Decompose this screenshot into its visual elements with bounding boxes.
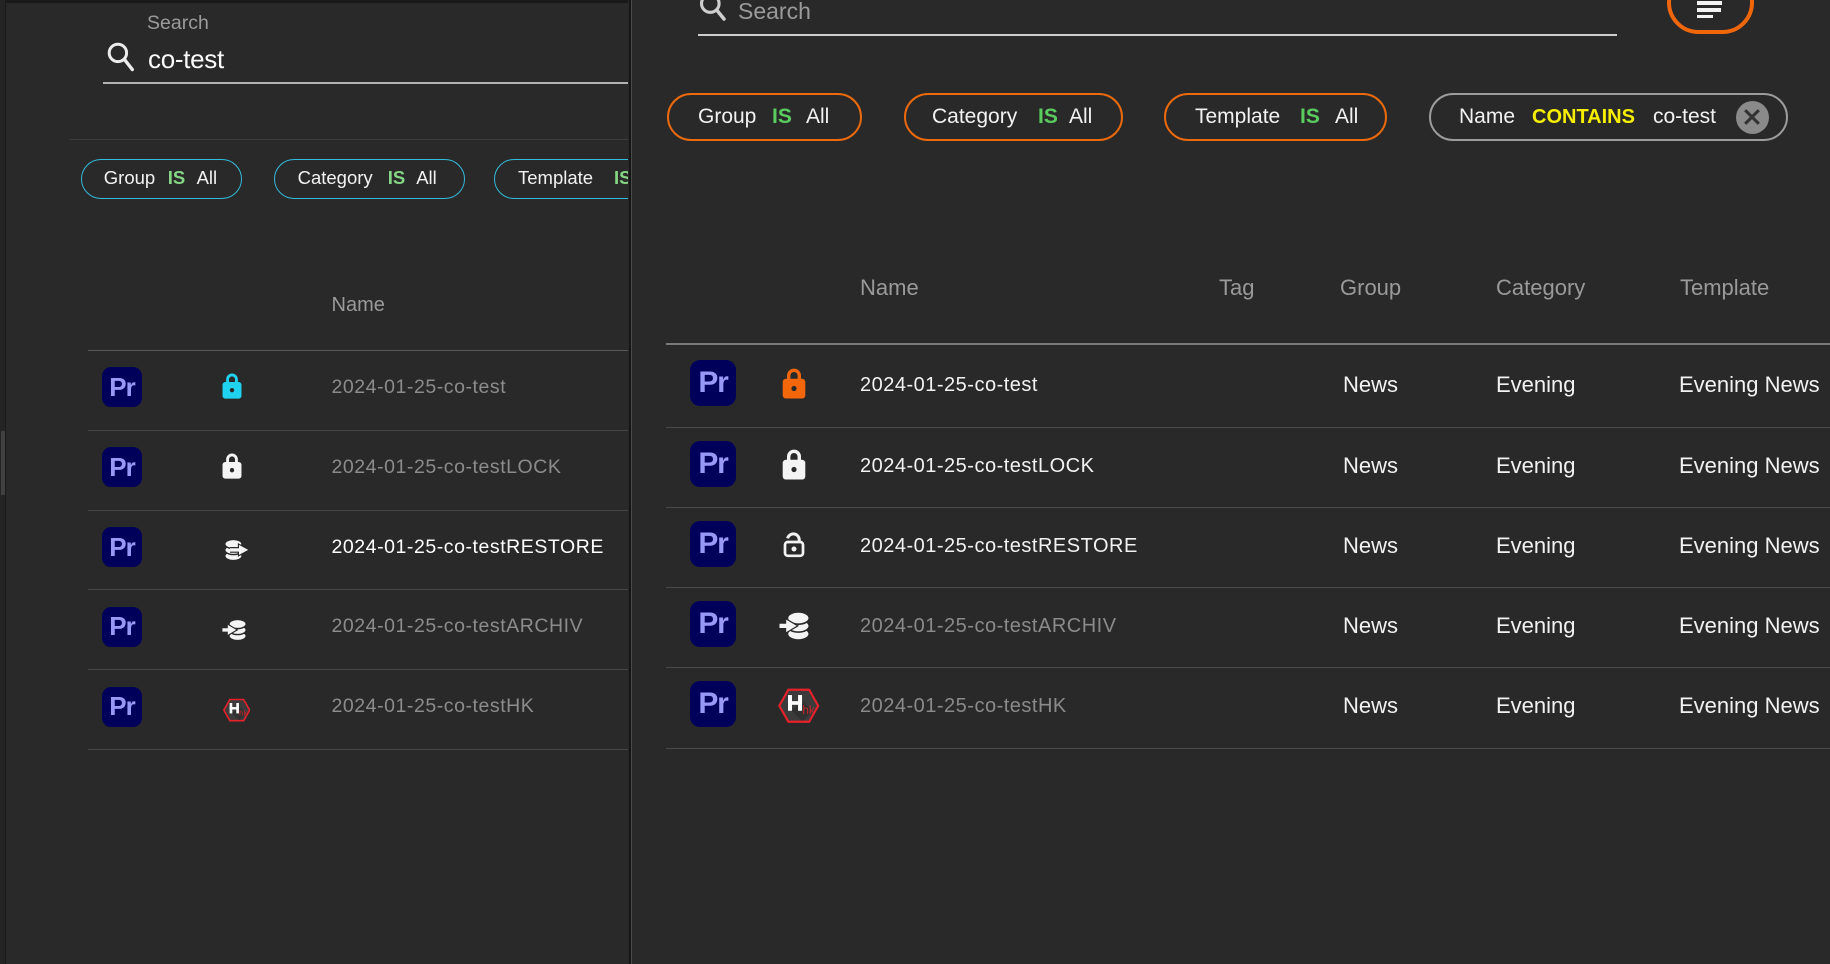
svg-text:hk: hk	[239, 708, 247, 717]
svg-text:hk: hk	[802, 704, 814, 717]
